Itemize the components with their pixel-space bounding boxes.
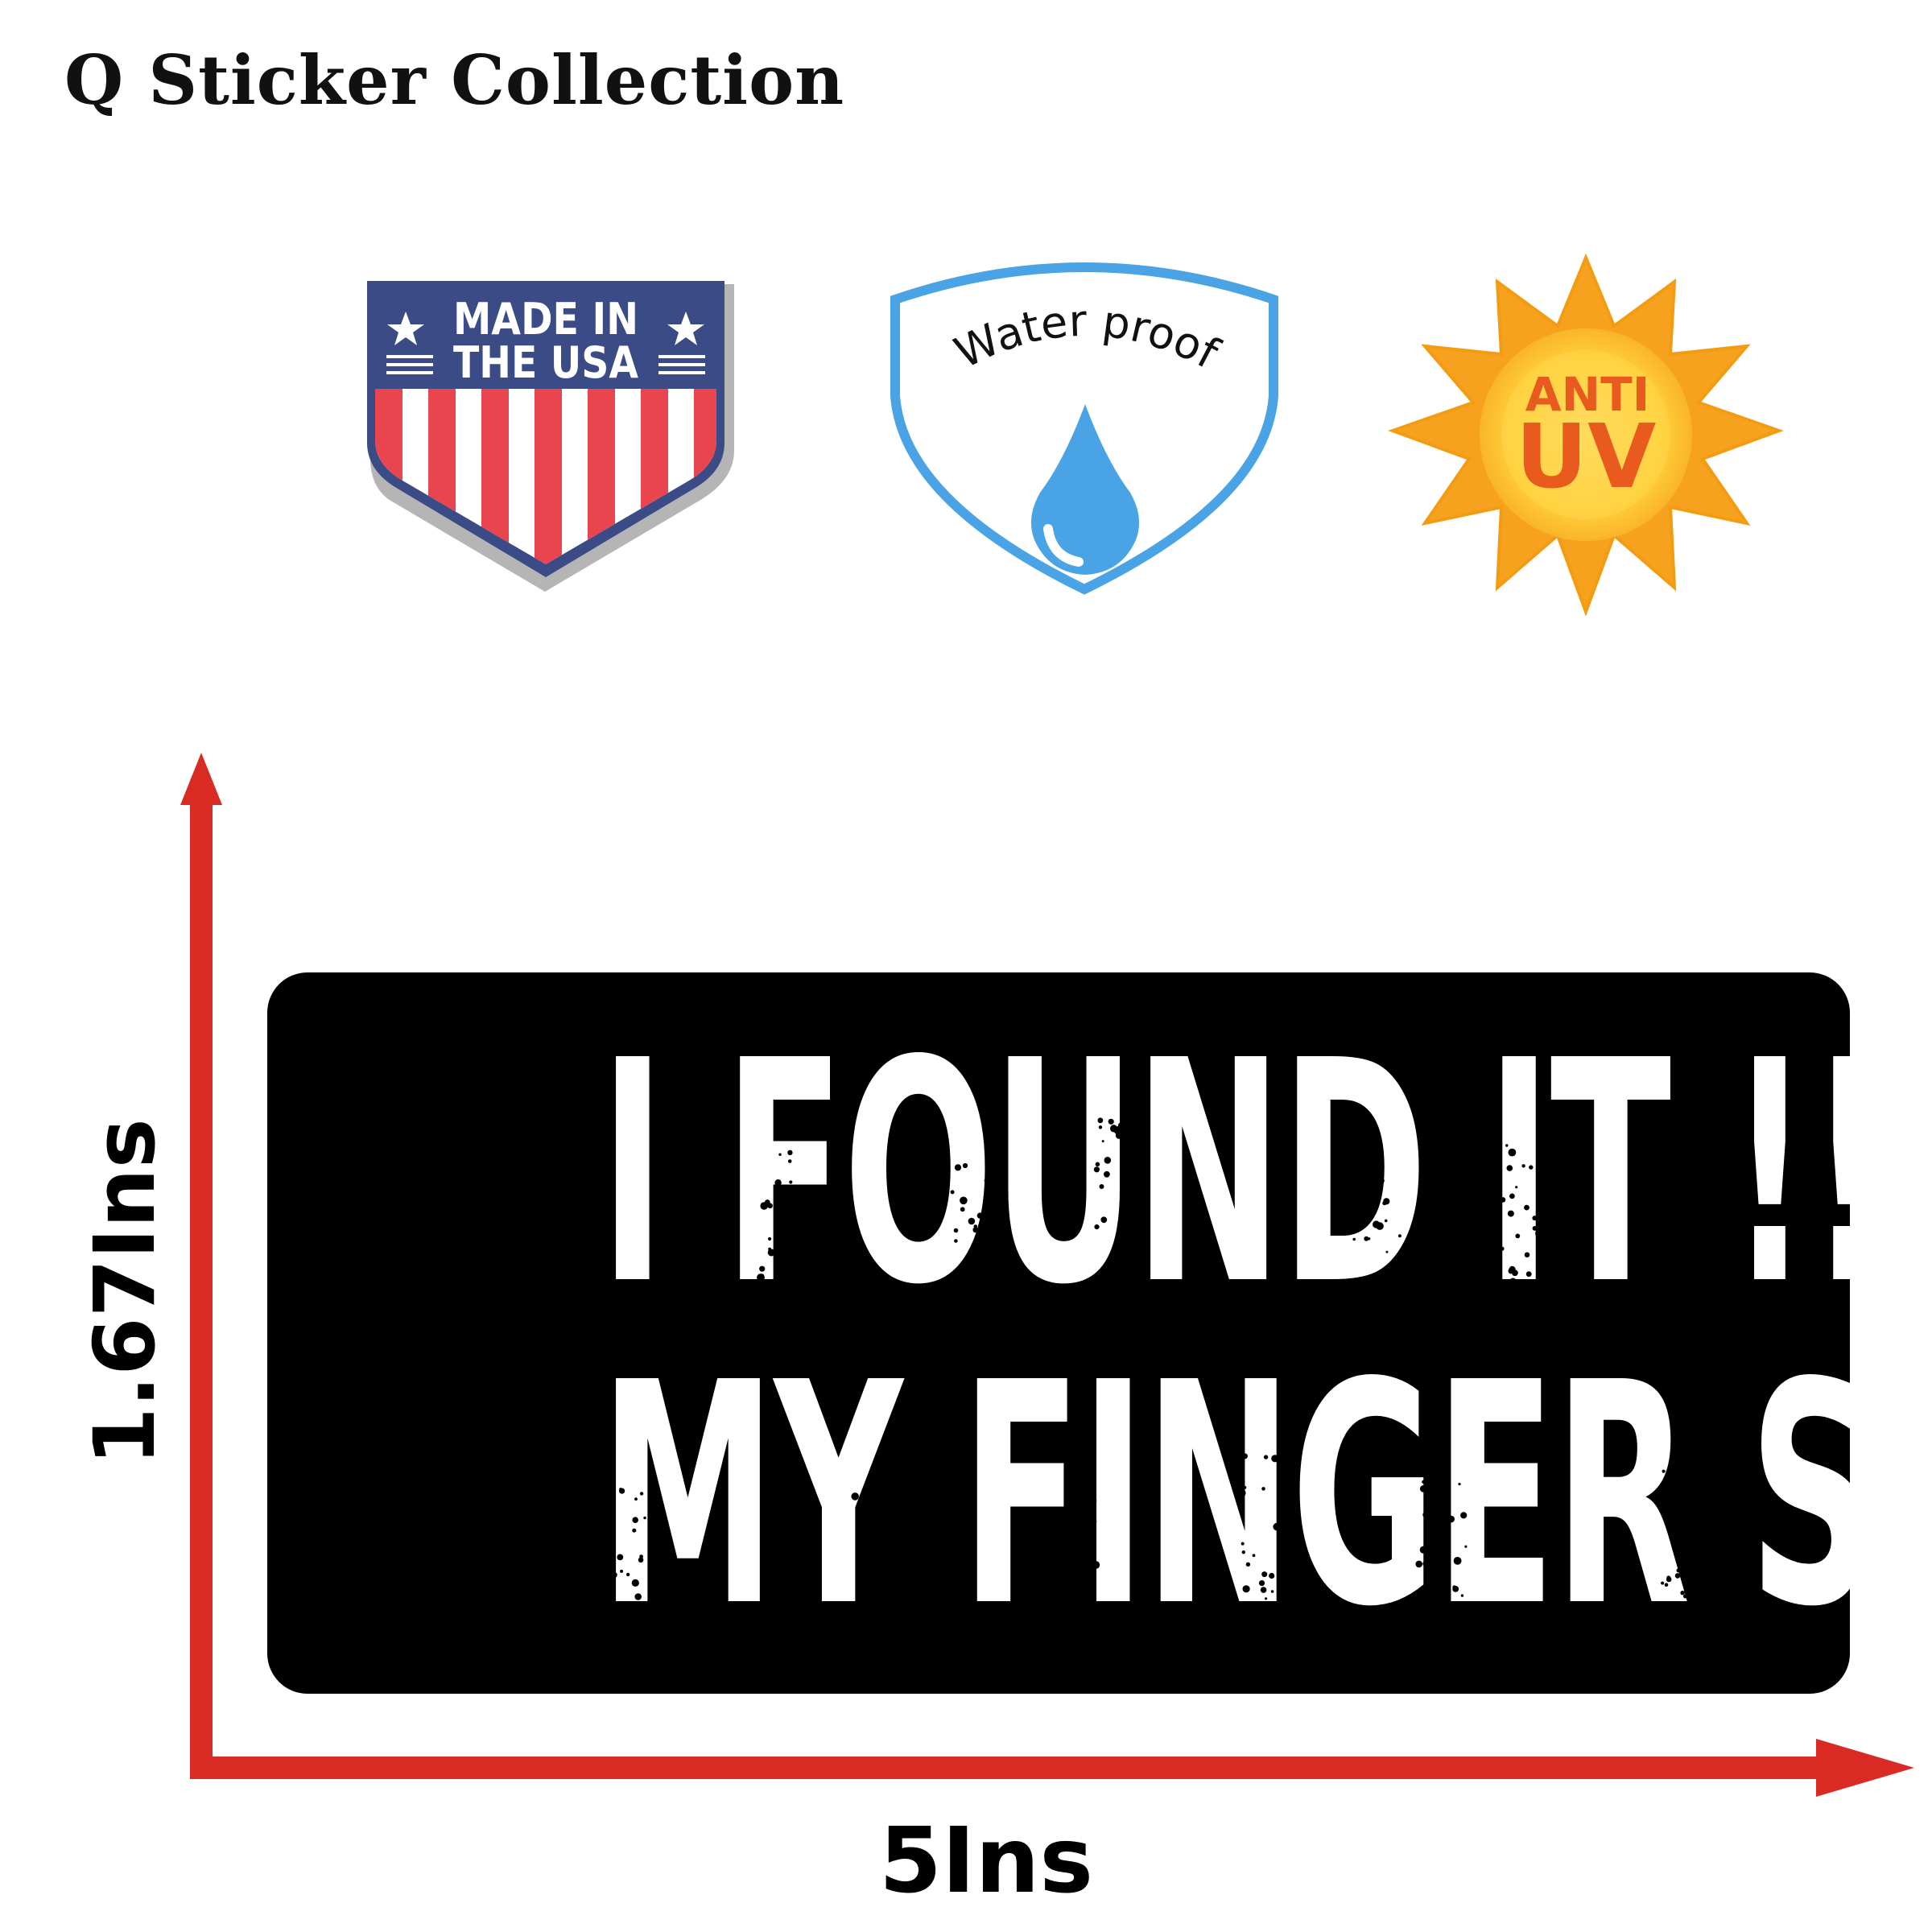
width-arrow-shaft bbox=[190, 1757, 1832, 1779]
speckle bbox=[357, 1544, 364, 1552]
sticker-text-line1: I FOUND IT !! NOW bbox=[599, 995, 1850, 1352]
height-arrow-head bbox=[180, 753, 222, 805]
speckle bbox=[360, 1605, 364, 1609]
sticker-text-line2: MY FINGER STINKS bbox=[599, 1317, 1850, 1674]
speckle bbox=[327, 1508, 333, 1513]
speckle bbox=[330, 1472, 334, 1476]
speckle bbox=[354, 1564, 357, 1567]
speckle bbox=[344, 1525, 349, 1530]
speckle bbox=[330, 1558, 334, 1563]
speckle bbox=[353, 1541, 361, 1548]
speckle bbox=[332, 1505, 340, 1513]
height-arrow-shaft bbox=[190, 797, 213, 1779]
speckle bbox=[328, 1513, 333, 1518]
speckle bbox=[347, 1563, 354, 1569]
speckle bbox=[359, 1510, 365, 1516]
speckle bbox=[368, 1591, 373, 1596]
speckle bbox=[367, 1461, 372, 1466]
speckle bbox=[365, 1504, 374, 1512]
speckle bbox=[332, 1542, 338, 1549]
speckle bbox=[335, 1579, 343, 1588]
speckle bbox=[327, 1534, 330, 1537]
height-dimension-label: 1.67Ins bbox=[76, 1118, 174, 1466]
sticker-preview: I FOUND IT !! NOW MY FINGER STINKS bbox=[267, 972, 1850, 1694]
speckle bbox=[336, 1476, 344, 1482]
speckle bbox=[356, 1581, 364, 1588]
speckle bbox=[355, 1548, 358, 1551]
speckle bbox=[333, 1485, 337, 1489]
speckle bbox=[328, 1501, 335, 1506]
speckle bbox=[326, 1497, 332, 1503]
width-arrow-head bbox=[1816, 1739, 1914, 1797]
speckle bbox=[357, 1491, 363, 1496]
speckle bbox=[347, 1502, 354, 1510]
width-dimension-label: 5Ins bbox=[879, 1809, 1093, 1913]
